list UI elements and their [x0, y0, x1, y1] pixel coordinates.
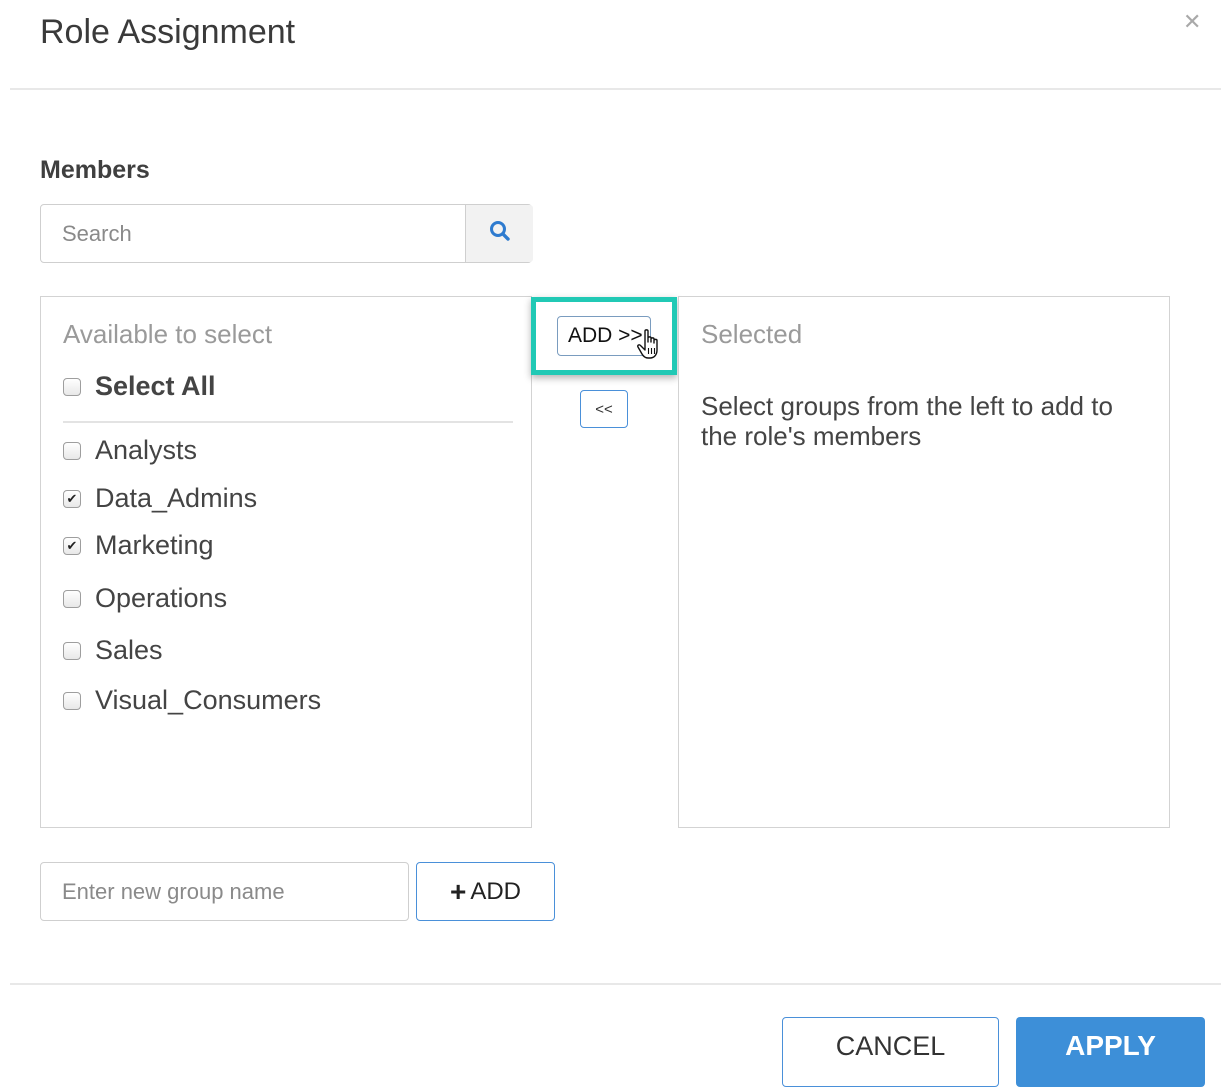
members-label: Members: [40, 156, 150, 184]
group-item-analysts[interactable]: Analysts: [63, 435, 197, 466]
available-panel: Available to select Select All Analysts …: [40, 296, 532, 828]
checkbox-checked[interactable]: ✔: [63, 536, 81, 555]
group-label: Sales: [95, 635, 163, 665]
checkbox[interactable]: [63, 441, 81, 460]
apply-button[interactable]: APPLY: [1016, 1017, 1205, 1087]
checkbox[interactable]: [63, 641, 81, 660]
checkbox[interactable]: [63, 691, 81, 710]
group-label: Operations: [95, 583, 228, 613]
close-icon[interactable]: ✕: [1183, 10, 1201, 34]
cancel-button[interactable]: CANCEL: [782, 1017, 999, 1087]
search-box: [40, 204, 533, 263]
footer-divider: [10, 983, 1221, 985]
available-header: Available to select: [63, 319, 273, 349]
add-group-label: ADD: [470, 877, 522, 905]
select-all-checkbox[interactable]: [63, 377, 81, 396]
dialog-title: Role Assignment: [40, 13, 296, 51]
search-icon: [489, 220, 511, 247]
group-item-visual-consumers[interactable]: Visual_Consumers: [63, 685, 321, 716]
checkbox[interactable]: [63, 589, 81, 608]
group-label: Analysts: [95, 435, 198, 465]
selected-panel: Selected Select groups from the left to …: [678, 296, 1170, 828]
plus-icon: +: [449, 875, 467, 907]
checkbox-checked[interactable]: ✔: [63, 489, 81, 508]
group-label: Visual_Consumers: [95, 685, 322, 715]
group-label: Data_Admins: [95, 483, 258, 513]
select-all-divider: [63, 421, 513, 423]
selected-header: Selected: [701, 319, 803, 349]
group-item-marketing[interactable]: ✔ Marketing: [63, 530, 214, 561]
search-input[interactable]: [41, 205, 465, 262]
group-item-data-admins[interactable]: ✔ Data_Admins: [63, 483, 257, 514]
selected-empty-message: Select groups from the left to add to th…: [701, 391, 1113, 451]
hand-pointer-icon: [636, 328, 668, 367]
remove-from-selected-button[interactable]: <<: [580, 390, 628, 428]
group-item-sales[interactable]: Sales: [63, 635, 163, 666]
select-all-option[interactable]: Select All: [63, 371, 216, 402]
search-button[interactable]: [465, 205, 533, 262]
group-label: Marketing: [95, 530, 214, 560]
add-group-button[interactable]: + ADD: [416, 862, 555, 921]
group-item-operations[interactable]: Operations: [63, 583, 227, 614]
select-all-label: Select All: [95, 371, 216, 401]
new-group-input[interactable]: [40, 862, 409, 921]
header-divider: [10, 88, 1221, 90]
